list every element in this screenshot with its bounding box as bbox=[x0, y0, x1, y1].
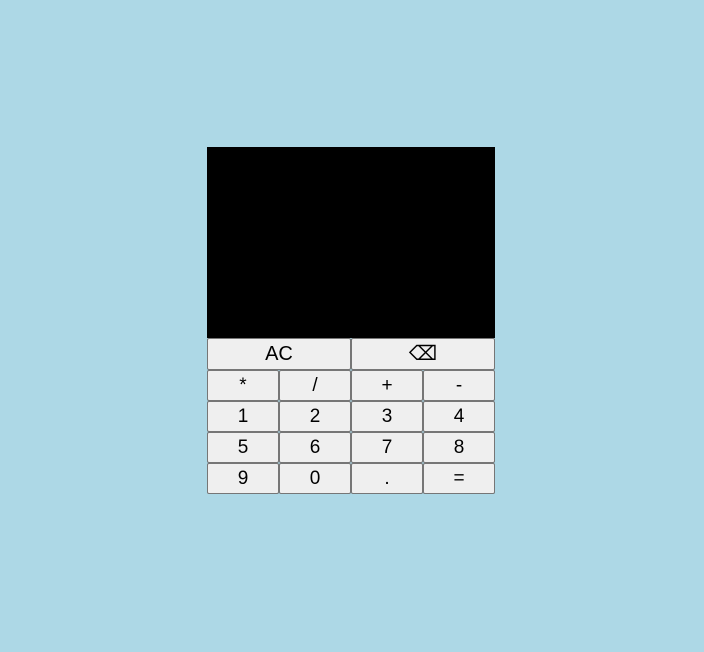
multiply-button[interactable]: * bbox=[207, 370, 279, 401]
calculator: AC ⌫ * / + - 1 2 3 4 5 6 7 8 9 0 . = bbox=[207, 147, 495, 494]
calculator-display bbox=[207, 147, 495, 338]
digit-3-button[interactable]: 3 bbox=[351, 401, 423, 432]
digit-5-button[interactable]: 5 bbox=[207, 432, 279, 463]
digit-row-1: 1 2 3 4 bbox=[207, 401, 495, 432]
clear-button[interactable]: AC bbox=[207, 338, 351, 370]
digit-2-button[interactable]: 2 bbox=[279, 401, 351, 432]
divide-button[interactable]: / bbox=[279, 370, 351, 401]
operator-row: * / + - bbox=[207, 370, 495, 401]
backspace-button[interactable]: ⌫ bbox=[351, 338, 495, 370]
decimal-button[interactable]: . bbox=[351, 463, 423, 494]
equals-button[interactable]: = bbox=[423, 463, 495, 494]
add-button[interactable]: + bbox=[351, 370, 423, 401]
subtract-button[interactable]: - bbox=[423, 370, 495, 401]
control-row: AC ⌫ bbox=[207, 338, 495, 370]
digit-7-button[interactable]: 7 bbox=[351, 432, 423, 463]
digit-8-button[interactable]: 8 bbox=[423, 432, 495, 463]
digit-6-button[interactable]: 6 bbox=[279, 432, 351, 463]
digit-1-button[interactable]: 1 bbox=[207, 401, 279, 432]
digit-0-button[interactable]: 0 bbox=[279, 463, 351, 494]
digit-row-2: 5 6 7 8 bbox=[207, 432, 495, 463]
digit-4-button[interactable]: 4 bbox=[423, 401, 495, 432]
digit-row-3: 9 0 . = bbox=[207, 463, 495, 494]
digit-9-button[interactable]: 9 bbox=[207, 463, 279, 494]
